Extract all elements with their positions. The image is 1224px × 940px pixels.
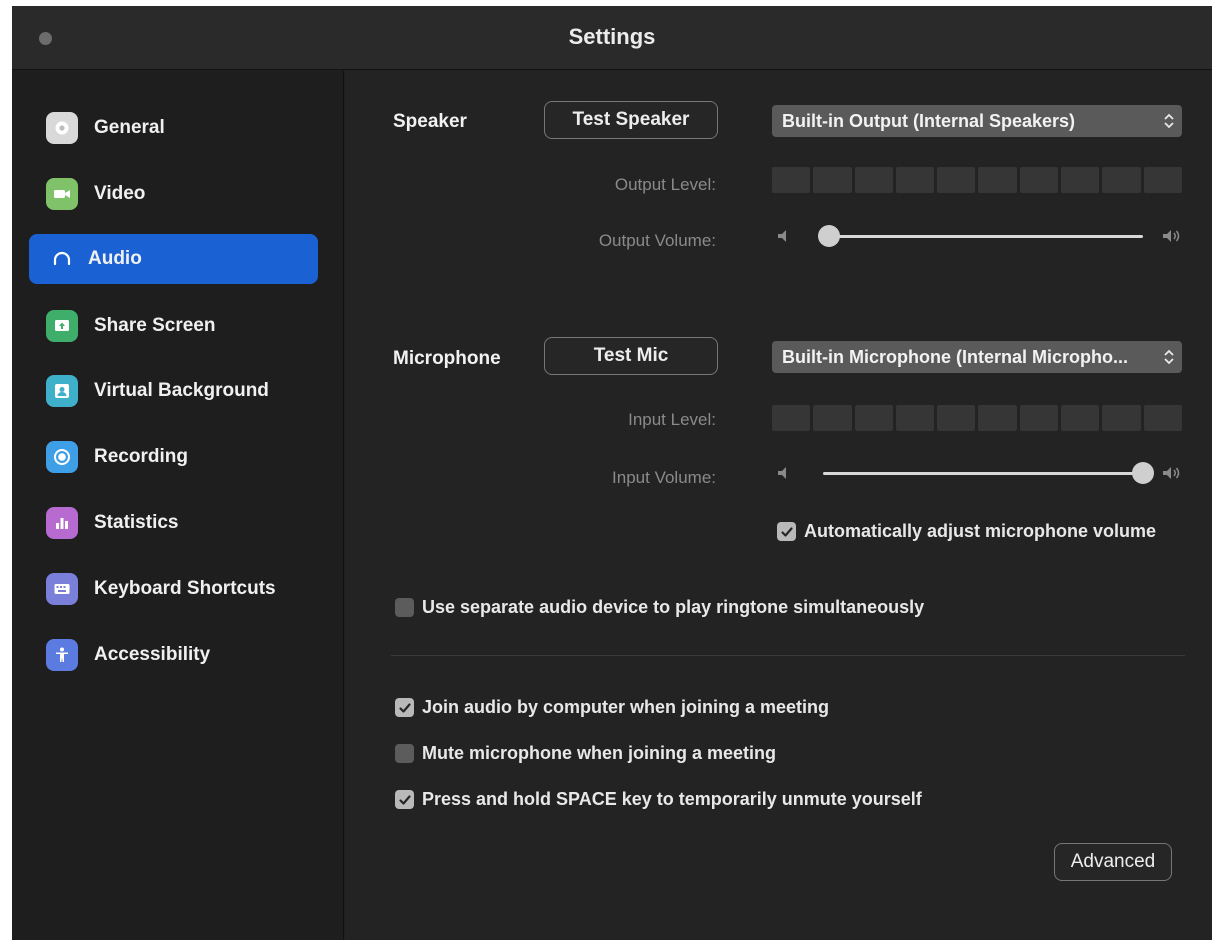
sidebar-item-keyboard-shortcuts[interactable]: Keyboard Shortcuts [29,564,318,614]
checkbox-label: Press and hold SPACE key to temporarily … [422,789,922,809]
record-icon [46,441,78,473]
volume-low-icon [778,230,786,242]
microphone-label: Microphone [393,348,501,369]
output-level-label: Output Level: [614,175,716,194]
sidebar-item-label: Virtual Background [94,380,269,401]
headphones-icon [46,243,78,275]
updown-chevron-icon [1156,110,1182,132]
sidebar-item-label: Keyboard Shortcuts [94,578,276,599]
volume-high-icon [1163,467,1180,479]
video-camera-icon [46,178,78,210]
audio-settings-panel: Speaker Test Speaker Built-in Output (In… [345,71,1212,940]
speaker-device-value: Built-in Output (Internal Speakers) [782,110,1076,131]
sidebar-item-recording[interactable]: Recording [29,432,318,482]
checkbox[interactable] [395,598,414,617]
settings-window: Settings General Video Audio Share Scree… [12,6,1212,940]
checkbox[interactable] [395,698,414,717]
input-volume-slider[interactable] [775,460,1185,486]
sidebar-item-label: Audio [88,248,142,269]
section-divider [391,655,1185,656]
checkbox-label: Mute microphone when joining a meeting [422,743,777,763]
sidebar: General Video Audio Share Screen Virtual [12,71,344,940]
sidebar-item-general[interactable]: General [29,103,318,153]
sidebar-item-accessibility[interactable]: Accessibility [29,630,318,680]
virtual-background-icon [46,375,78,407]
sidebar-item-share-screen[interactable]: Share Screen [29,301,318,351]
microphone-device-value: Built-in Microphone (Internal Micropho..… [782,346,1128,367]
sidebar-item-video[interactable]: Video [29,169,318,219]
output-level-meter [772,167,1182,193]
volume-low-icon [778,467,786,479]
keyboard-icon [46,573,78,605]
input-level-meter [772,405,1182,431]
checkbox[interactable] [777,522,796,541]
sidebar-item-label: Accessibility [94,644,211,665]
accessibility-icon [46,639,78,671]
sidebar-item-statistics[interactable]: Statistics [29,498,318,548]
volume-high-icon [1163,230,1180,242]
checkbox[interactable] [395,790,414,809]
slider-thumb[interactable] [818,225,841,247]
window-title: Settings [568,24,656,49]
sidebar-item-label: Recording [94,446,188,467]
test-speaker-button[interactable]: Test Speaker [544,101,718,139]
title-bar: Settings [12,6,1212,70]
output-volume-label: Output Volume: [598,231,716,250]
slider-thumb[interactable] [1132,462,1154,484]
sidebar-item-virtual-background[interactable]: Virtual Background [29,366,318,416]
checkbox-label: Join audio by computer when joining a me… [422,697,830,717]
sidebar-item-label: Video [94,183,146,204]
auto-adjust-mic-volume-checkbox[interactable]: Automatically adjust microphone volume [777,521,1156,542]
share-screen-icon [46,310,78,342]
speaker-label: Speaker [393,111,467,132]
test-mic-button[interactable]: Test Mic [544,337,718,375]
advanced-button[interactable]: Advanced [1054,843,1172,881]
slider-track [823,472,1143,475]
speaker-device-select[interactable]: Built-in Output (Internal Speakers) [772,105,1182,137]
mute-mic-on-join-checkbox[interactable]: Mute microphone when joining a meeting [395,743,776,764]
output-volume-slider[interactable] [775,223,1185,249]
checkbox[interactable] [395,744,414,763]
space-to-unmute-checkbox[interactable]: Press and hold SPACE key to temporarily … [395,789,922,810]
input-level-label: Input Level: [628,410,716,429]
microphone-device-select[interactable]: Built-in Microphone (Internal Micropho..… [772,341,1182,373]
updown-chevron-icon [1156,346,1182,368]
sidebar-item-label: Share Screen [94,315,216,336]
bar-chart-icon [46,507,78,539]
checkbox-label: Automatically adjust microphone volume [804,521,1157,541]
gear-icon [46,112,78,144]
sidebar-item-label: Statistics [94,512,179,533]
separate-ringtone-device-checkbox[interactable]: Use separate audio device to play ringto… [395,597,924,618]
sidebar-item-audio[interactable]: Audio [29,234,318,284]
slider-track [823,235,1143,238]
input-volume-label: Input Volume: [612,468,716,487]
checkbox-label: Use separate audio device to play ringto… [422,597,925,617]
join-audio-by-computer-checkbox[interactable]: Join audio by computer when joining a me… [395,697,829,718]
sidebar-item-label: General [94,117,165,138]
